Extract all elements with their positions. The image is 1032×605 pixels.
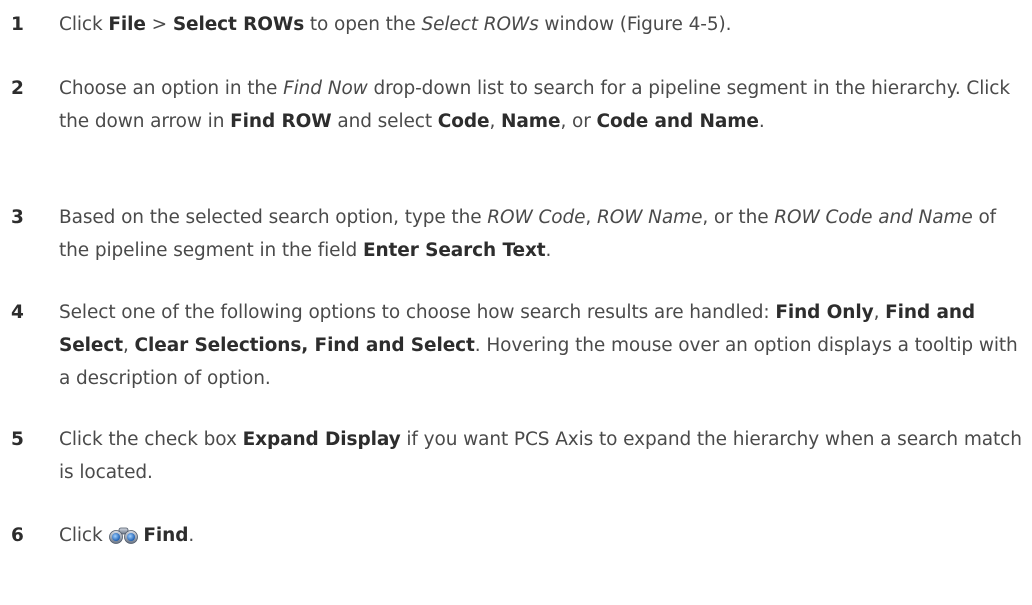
bold-term: Clear Selections, Find and Select bbox=[134, 335, 475, 356]
text-run: , or bbox=[560, 111, 597, 132]
step-text: Select one of the following options to c… bbox=[59, 296, 1025, 395]
text-run: Select one of the following options to c… bbox=[59, 302, 776, 323]
bold-term: Select ROWs bbox=[172, 14, 305, 35]
step-text: Click File > Select ROWs to open the Sel… bbox=[59, 8, 1025, 41]
text-run: Based on the selected search option, typ… bbox=[59, 207, 488, 228]
text-run: Click the check box bbox=[59, 429, 243, 450]
bold-term: Find Only bbox=[775, 302, 874, 323]
text-run: , bbox=[873, 302, 886, 323]
bold-term: File bbox=[108, 14, 146, 35]
text-run: Click bbox=[59, 525, 109, 546]
italic-term: Find Now bbox=[283, 78, 368, 99]
text-run: , bbox=[122, 335, 135, 356]
bold-term: Code bbox=[437, 111, 490, 132]
step-number: 5 bbox=[11, 429, 24, 450]
step-text: Choose an option in the Find Now drop-do… bbox=[59, 72, 1025, 138]
bold-term: Find bbox=[143, 525, 189, 546]
text-run: , or the bbox=[702, 207, 775, 228]
italic-term: ROW Code bbox=[487, 207, 586, 228]
bold-term: Code and Name bbox=[596, 111, 759, 132]
text-run: , bbox=[585, 207, 597, 228]
text-run: > bbox=[145, 14, 173, 35]
step-number: 1 bbox=[11, 14, 24, 35]
step-number: 6 bbox=[11, 525, 24, 546]
bold-term: Enter Search Text bbox=[362, 240, 546, 261]
bold-term: Name bbox=[501, 111, 561, 132]
text-run: to open the bbox=[304, 14, 422, 35]
text-run: window (Figure 4-5). bbox=[538, 14, 732, 35]
step-number: 2 bbox=[11, 78, 24, 99]
text-run: and select bbox=[331, 111, 438, 132]
text-run: , bbox=[489, 111, 502, 132]
bold-term: Find ROW bbox=[230, 111, 332, 132]
step-number: 3 bbox=[11, 207, 24, 228]
text-run: . bbox=[188, 525, 195, 546]
text-run: Click bbox=[59, 14, 109, 35]
binoculars-icon bbox=[108, 522, 139, 544]
step-text: Based on the selected search option, typ… bbox=[59, 201, 1025, 267]
italic-term: ROW Name bbox=[596, 207, 703, 228]
step-text: Click the check box Expand Display if yo… bbox=[59, 423, 1025, 489]
text-run: . bbox=[545, 240, 552, 261]
italic-term: Select ROWs bbox=[421, 14, 539, 35]
bold-term: Expand Display bbox=[242, 429, 401, 450]
italic-term: ROW Code and Name bbox=[774, 207, 973, 228]
text-run: Choose an option in the bbox=[59, 78, 284, 99]
text-run: . bbox=[758, 111, 765, 132]
step-text: Click Find. bbox=[59, 519, 1025, 552]
step-number: 4 bbox=[11, 302, 24, 323]
